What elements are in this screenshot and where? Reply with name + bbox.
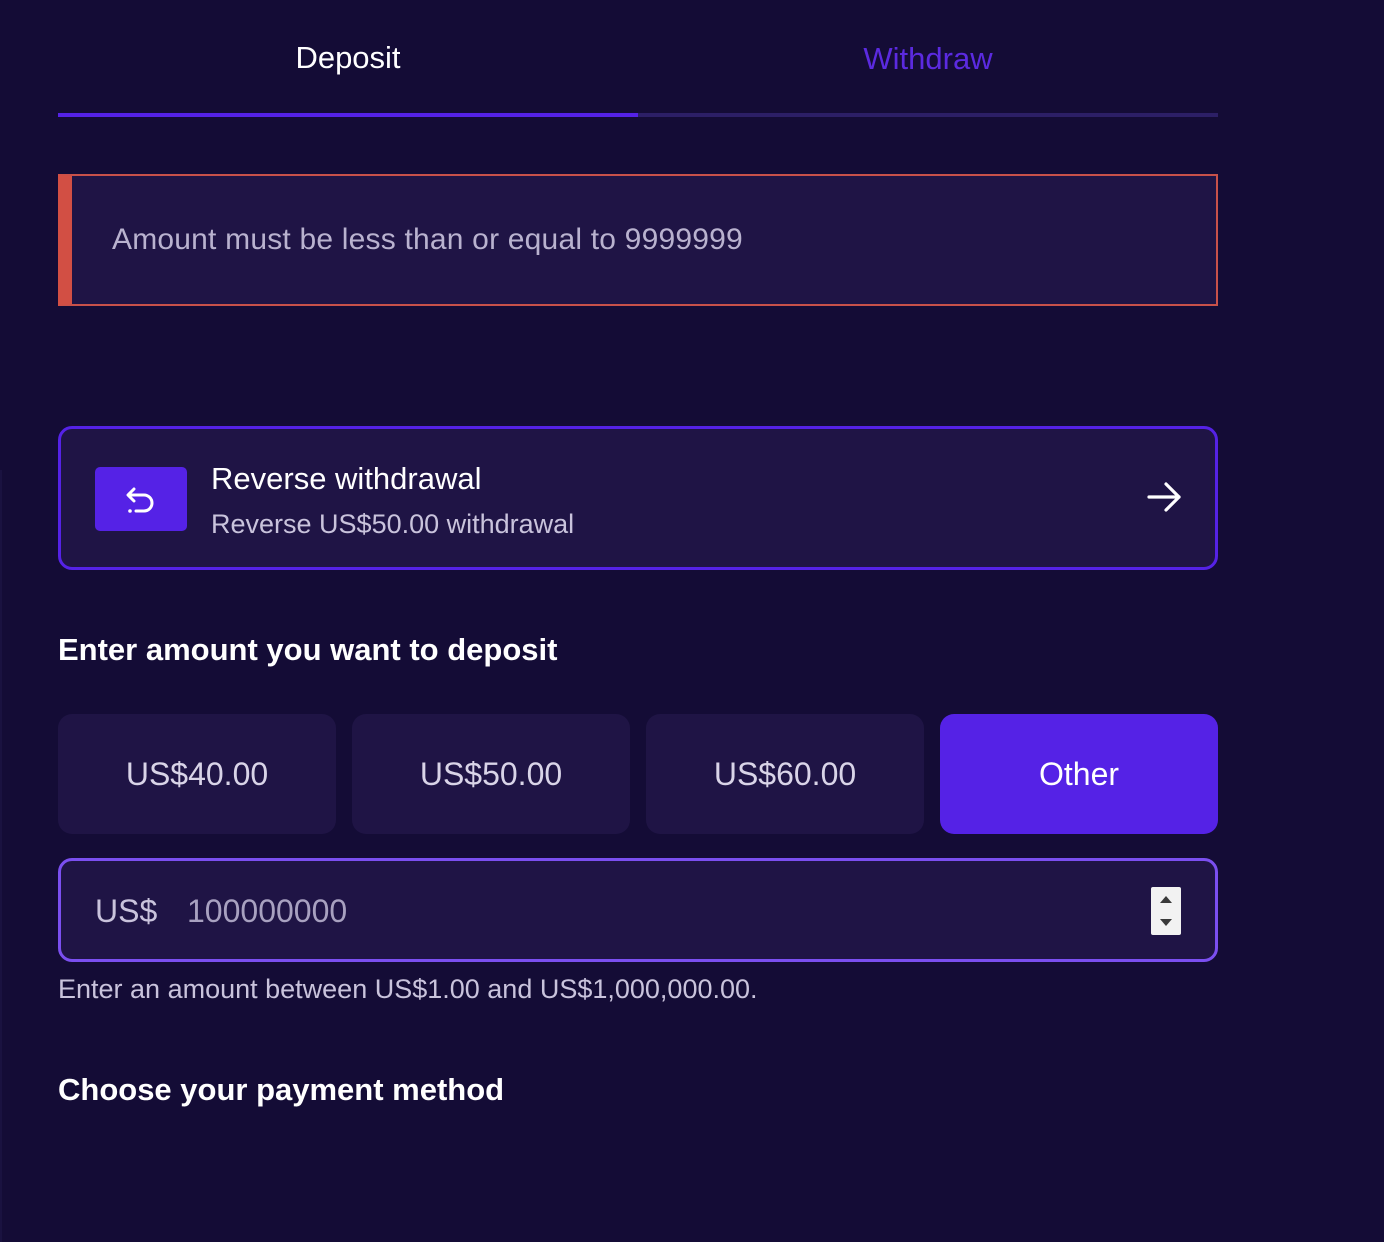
reverse-icon-box [95,467,187,531]
increment-button[interactable] [1151,887,1181,911]
decrement-button[interactable] [1151,911,1181,935]
undo-arrow-icon [126,487,154,513]
tab-withdraw[interactable]: Withdraw [638,0,1218,118]
amount-option-60[interactable]: US$60.00 [646,714,924,834]
reverse-withdrawal-title: Reverse withdrawal [211,461,482,496]
error-message: Amount must be less than or equal to 999… [112,223,743,256]
payment-method-heading: Choose your payment method [58,1072,505,1107]
reverse-withdrawal-subtitle: Reverse US$50.00 withdrawal [211,509,575,539]
panel-edge [0,470,2,1242]
tab-deposit[interactable]: Deposit [58,0,638,118]
amount-option-other[interactable]: Other [940,714,1218,834]
arrow-right-icon[interactable] [1145,477,1185,517]
tab-bar: Deposit Withdraw [58,0,1218,118]
amount-heading: Enter amount you want to deposit [58,632,558,667]
amount-stepper[interactable] [1151,887,1181,935]
reverse-withdrawal-card[interactable]: Reverse withdrawal Reverse US$50.00 with… [58,426,1218,570]
caret-up-icon [1160,896,1172,903]
tab-active-indicator [58,113,638,117]
amount-input[interactable] [187,883,1087,939]
caret-down-icon [1160,919,1172,926]
amount-input-field: US$ [58,858,1218,962]
deposit-page: Deposit Withdraw Amount must be less tha… [0,0,1384,1242]
amount-hint: Enter an amount between US$1.00 and US$1… [58,974,758,1004]
amount-option-50[interactable]: US$50.00 [352,714,630,834]
amount-option-40[interactable]: US$40.00 [58,714,336,834]
currency-prefix: US$ [95,893,158,929]
error-banner: Amount must be less than or equal to 999… [58,174,1218,306]
